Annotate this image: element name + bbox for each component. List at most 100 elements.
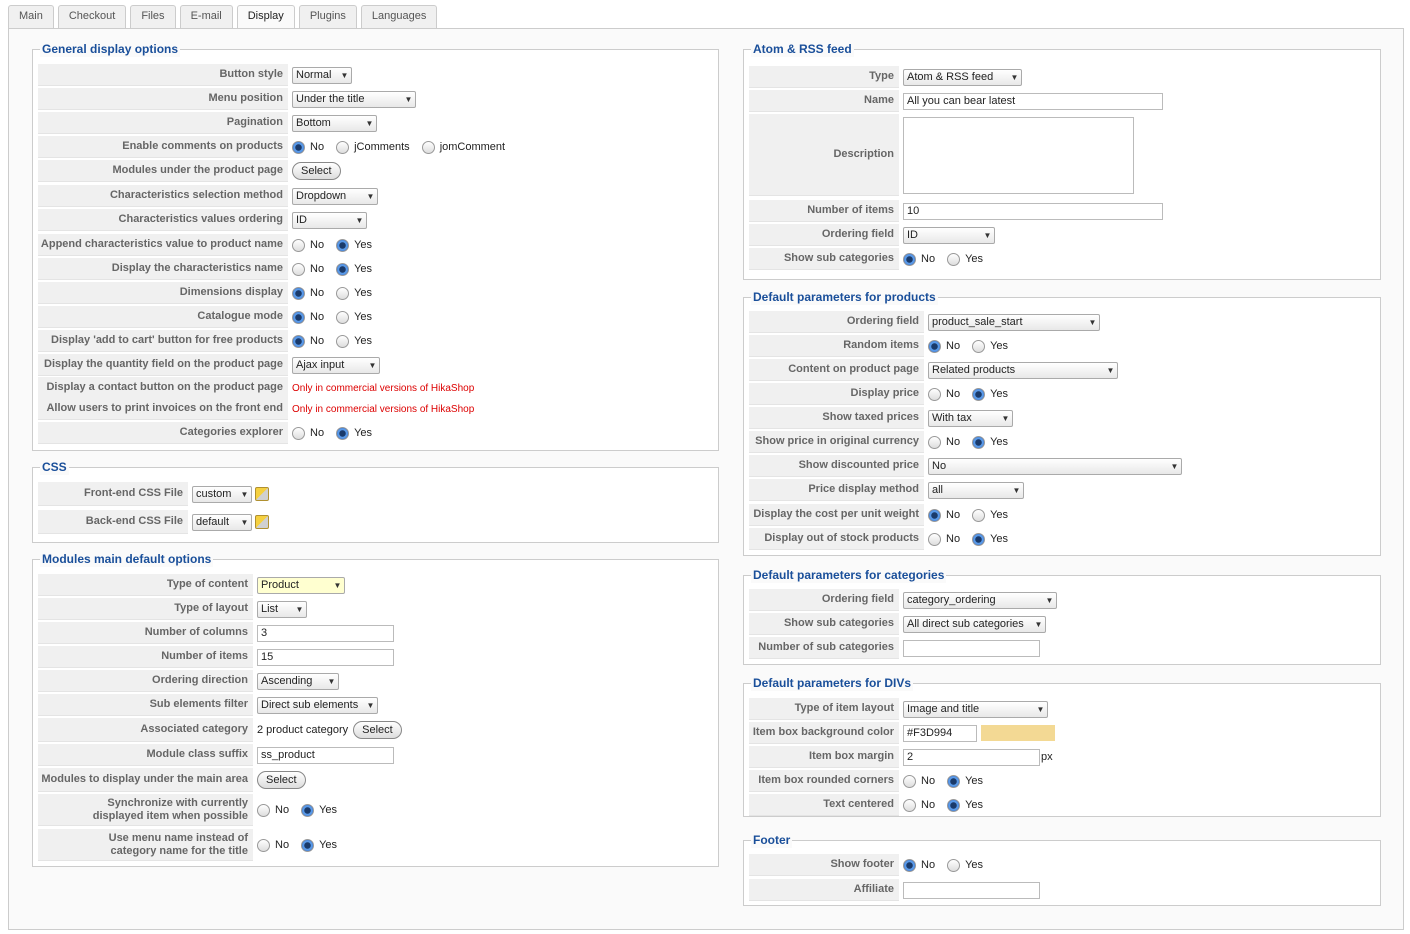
products-order-select[interactable]: product_sale_start ▼: [928, 313, 1100, 331]
products-legend: Default parameters for products: [751, 289, 938, 305]
orig-currency-no-radio[interactable]: [928, 435, 941, 449]
out-stock-yes-radio[interactable]: [972, 532, 986, 546]
discounted-select[interactable]: No ▼: [928, 457, 1182, 475]
cat-explorer-yes-radio[interactable]: [336, 426, 350, 440]
feed-type-select[interactable]: Atom & RSS feed ▼: [903, 68, 1022, 86]
yes-label: Yes: [990, 533, 1009, 545]
no-label: No: [275, 839, 290, 851]
no-label: No: [310, 335, 325, 347]
display-price-no-radio[interactable]: [928, 387, 941, 401]
comments-jomcomment-radio[interactable]: [421, 140, 435, 154]
edit-icon[interactable]: [255, 487, 269, 501]
random-yes-radio[interactable]: [972, 339, 986, 353]
no-label: No: [921, 859, 936, 871]
display-char-yes-radio[interactable]: [336, 262, 350, 276]
feed-description-textarea[interactable]: [903, 116, 1134, 194]
chevron-down-icon: ▼: [340, 70, 349, 80]
tab-plugins[interactable]: Plugins: [298, 5, 357, 28]
content-type-select[interactable]: Product ▼: [257, 576, 345, 594]
cost-unit-no-radio[interactable]: [928, 508, 941, 522]
button-style-select[interactable]: Normal ▼: [292, 66, 352, 84]
display-price-yes-radio[interactable]: [972, 387, 986, 401]
append-char-yes-radio[interactable]: [336, 238, 350, 252]
out-stock-no-radio[interactable]: [928, 532, 941, 546]
random-no-radio[interactable]: [928, 339, 941, 353]
menuname-yes-radio[interactable]: [301, 838, 315, 852]
discounted-label: Show discounted price: [749, 455, 924, 477]
dimensions-yes-radio[interactable]: [336, 286, 350, 300]
content-page-select[interactable]: Related products ▼: [928, 361, 1118, 379]
cat-subcats-select[interactable]: All direct sub categories ▼: [903, 615, 1046, 633]
margin-input[interactable]: 2: [903, 748, 1040, 766]
cat-explorer-label: Categories explorer: [38, 422, 288, 444]
orig-currency-yes-radio[interactable]: [972, 435, 986, 449]
suffix-input[interactable]: ss_product: [257, 746, 394, 764]
direction-select[interactable]: Ascending ▼: [257, 672, 339, 690]
sync-yes-radio[interactable]: [301, 803, 315, 817]
div-layout-select[interactable]: Image and title ▼: [903, 700, 1048, 718]
sync-no-radio[interactable]: [257, 803, 270, 817]
color-swatch[interactable]: [981, 725, 1055, 741]
back-css-select[interactable]: default ▼: [192, 513, 252, 531]
sync-label-line2: displayed item when possible: [92, 809, 248, 822]
sub-filter-select[interactable]: Direct sub elements ▼: [257, 696, 378, 714]
css-legend: CSS: [40, 459, 69, 475]
no-label: No: [946, 533, 961, 545]
tab-files[interactable]: Files: [130, 5, 176, 28]
quantity-select[interactable]: Ajax input ▼: [292, 356, 380, 374]
menuname-no-radio[interactable]: [257, 838, 270, 852]
layout-type-select[interactable]: List ▼: [257, 600, 307, 618]
edit-icon[interactable]: [255, 515, 269, 529]
modules-under-label: Modules under the product page: [38, 160, 288, 182]
comments-jcomments-radio[interactable]: [336, 140, 350, 154]
addcart-yes-radio[interactable]: [336, 334, 350, 348]
feed-order-select[interactable]: ID ▼: [903, 226, 995, 244]
method-select[interactable]: all ▼: [928, 481, 1024, 499]
feed-num-input[interactable]: 10: [903, 202, 1163, 220]
catalogue-no-radio[interactable]: [292, 310, 305, 324]
rounded-no-radio[interactable]: [903, 774, 916, 788]
comments-no-radio[interactable]: [292, 140, 305, 154]
yes-label: Yes: [965, 253, 984, 265]
cat-order-select[interactable]: category_ordering ▼: [903, 591, 1057, 609]
centered-yes-radio[interactable]: [947, 798, 961, 812]
pagination-select[interactable]: Bottom ▼: [292, 114, 377, 132]
append-char-no-radio[interactable]: [292, 238, 305, 252]
display-char-no-radio[interactable]: [292, 262, 305, 276]
taxed-select[interactable]: With tax ▼: [928, 409, 1013, 427]
char-ordering-select[interactable]: ID ▼: [292, 211, 367, 229]
modules-under-select-button[interactable]: Select: [292, 162, 341, 180]
rounded-yes-radio[interactable]: [947, 774, 961, 788]
cat-num-input[interactable]: [903, 639, 1040, 657]
display-under-select-button[interactable]: Select: [257, 771, 306, 789]
affiliate-input[interactable]: [903, 881, 1040, 899]
front-css-select[interactable]: custom ▼: [192, 485, 252, 503]
dimensions-no-radio[interactable]: [292, 286, 305, 300]
columns-label: Number of columns: [38, 622, 253, 644]
centered-no-radio[interactable]: [903, 798, 916, 812]
bg-color-input[interactable]: #F3D994: [903, 724, 977, 742]
show-footer-yes-radio[interactable]: [947, 858, 961, 872]
orig-currency-label: Show price in original currency: [749, 431, 924, 453]
menu-position-select[interactable]: Under the title ▼: [292, 90, 416, 108]
feed-subcats-no-radio[interactable]: [903, 252, 916, 266]
tab-main[interactable]: Main: [8, 5, 54, 28]
addcart-no-radio[interactable]: [292, 334, 305, 348]
feed-name-input[interactable]: All you can bear latest: [903, 92, 1163, 110]
catalogue-yes-radio[interactable]: [336, 310, 350, 324]
char-selection-select[interactable]: Dropdown ▼: [292, 187, 378, 205]
items-input[interactable]: 15: [257, 648, 394, 666]
tab-email[interactable]: E-mail: [179, 5, 233, 28]
tab-languages[interactable]: Languages: [360, 5, 438, 28]
cost-unit-yes-radio[interactable]: [972, 508, 986, 522]
margin-unit: px: [1041, 751, 1053, 763]
tab-checkout[interactable]: Checkout: [57, 5, 127, 28]
no-label: No: [310, 427, 325, 439]
quantity-label: Display the quantity field on the produc…: [38, 354, 288, 376]
tab-display[interactable]: Display: [236, 5, 295, 29]
show-footer-no-radio[interactable]: [903, 858, 916, 872]
columns-input[interactable]: 3: [257, 624, 394, 642]
cat-explorer-no-radio[interactable]: [292, 426, 305, 440]
assoc-category-select-button[interactable]: Select: [353, 721, 402, 739]
feed-subcats-yes-radio[interactable]: [947, 252, 961, 266]
